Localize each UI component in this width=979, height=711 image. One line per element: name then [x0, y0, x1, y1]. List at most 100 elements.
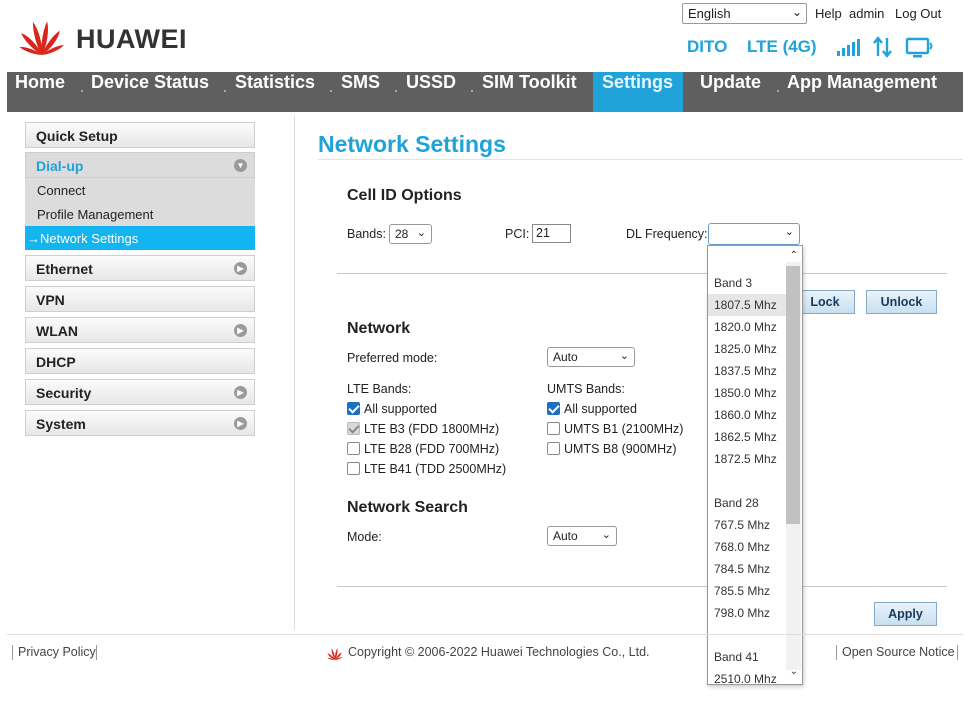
sidebar-system-label: System	[36, 416, 86, 432]
umts-all-checkbox[interactable]	[547, 402, 560, 415]
page-title: Network Settings	[318, 131, 506, 157]
unlock-button[interactable]: Unlock	[866, 290, 937, 314]
umts-b8-label: UMTS B8 (900MHz)	[564, 442, 677, 456]
dropdown-option[interactable]: 784.5 Mhz	[708, 558, 786, 580]
dropdown-option[interactable]: 1872.5 Mhz	[708, 448, 786, 470]
lte-bands-label: LTE Bands:	[347, 382, 412, 396]
preferred-mode-value: Auto	[553, 350, 578, 364]
nav-sim-toolkit[interactable]: SIM Toolkit	[482, 72, 577, 112]
sidebar-item-profile-management[interactable]: Profile Management	[25, 202, 255, 226]
bands-value: 28	[395, 227, 409, 241]
dl-frequency-dropdown[interactable]: ⌃ ⌄ Band 3 1807.5 Mhz 1820.0 Mhz 1825.0 …	[707, 245, 803, 685]
dropdown-option[interactable]: 2510.0 Mhz	[708, 668, 786, 684]
sidebar-dialup[interactable]: Dial-up ▼	[25, 152, 255, 178]
dropdown-group-label: Band 28	[714, 496, 759, 510]
brand-name: HUAWEI	[76, 24, 187, 54]
dropdown-option[interactable]: 785.5 Mhz	[708, 580, 786, 602]
dropdown-scroll-thumb[interactable]	[786, 266, 800, 524]
umts-b8-checkbox[interactable]	[547, 442, 560, 455]
sidebar-vpn[interactable]: VPN	[25, 286, 255, 312]
preferred-mode-select[interactable]: Auto ⌄	[547, 347, 635, 367]
lock-button[interactable]: Lock	[795, 290, 855, 314]
nav-app-management[interactable]: App Management	[787, 72, 937, 112]
dropdown-option[interactable]: 768.0 Mhz	[708, 536, 786, 558]
sidebar-ethernet-label: Ethernet	[36, 261, 93, 277]
chevron-down-icon: ▼	[234, 159, 247, 172]
sidebar-ethernet[interactable]: Ethernet ▶	[25, 255, 255, 281]
cell-id-heading: Cell ID Options	[347, 187, 462, 204]
dl-frequency-select[interactable]: ⌄	[708, 223, 800, 245]
nav-home[interactable]: Home	[15, 72, 65, 112]
data-updown-icon	[873, 36, 892, 58]
nav-device-status[interactable]: Device Status	[91, 72, 209, 112]
user-name: admin	[849, 6, 885, 21]
nav-statistics[interactable]: Statistics	[235, 72, 315, 112]
nav-update[interactable]: Update	[700, 72, 761, 112]
network-type: LTE (4G)	[747, 37, 817, 56]
search-mode-select[interactable]: Auto ⌄	[547, 526, 617, 546]
lte-b41-label: LTE B41 (TDD 2500MHz)	[364, 462, 507, 476]
help-link[interactable]: Help	[815, 6, 842, 21]
language-select[interactable]: English ⌄	[682, 3, 807, 24]
preferred-mode-label: Preferred mode:	[347, 351, 438, 365]
sidebar-item-network-settings[interactable]: →Network Settings	[25, 226, 255, 250]
bands-select[interactable]: 28 ⌄	[389, 224, 432, 244]
huawei-logo-small	[327, 648, 343, 661]
dropdown-option[interactable]: 1825.0 Mhz	[708, 338, 786, 360]
sidebar-dhcp[interactable]: DHCP	[25, 348, 255, 374]
dropdown-option[interactable]: 1807.5 Mhz	[708, 294, 786, 316]
dropdown-option[interactable]: 1837.5 Mhz	[708, 360, 786, 382]
dropdown-option[interactable]: 1820.0 Mhz	[708, 316, 786, 338]
nav-ussd[interactable]: USSD	[406, 72, 456, 112]
chevron-right-icon: ▶	[234, 386, 247, 399]
sidebar-wlan[interactable]: WLAN ▶	[25, 317, 255, 343]
search-mode-label: Mode:	[347, 530, 382, 544]
lte-b3-checkbox[interactable]	[347, 422, 360, 435]
lte-b41-checkbox[interactable]	[347, 462, 360, 475]
chevron-right-icon: ▶	[234, 262, 247, 275]
monitor-icon	[905, 37, 933, 58]
sidebar-dhcp-label: DHCP	[36, 354, 76, 370]
lte-b28-label: LTE B28 (FDD 700MHz)	[364, 442, 500, 456]
pci-input[interactable]: 21	[532, 224, 571, 243]
chevron-right-icon: ▶	[234, 324, 247, 337]
sidebar-system[interactable]: System ▶	[25, 410, 255, 436]
bands-label: Bands:	[347, 227, 386, 241]
sidebar-security-label: Security	[36, 385, 92, 401]
lte-b28-checkbox[interactable]	[347, 442, 360, 455]
sidebar-vpn-label: VPN	[36, 292, 65, 308]
dropdown-option[interactable]: 798.0 Mhz	[708, 602, 786, 624]
sidebar-item-connect[interactable]: Connect	[25, 178, 255, 202]
open-source-notice-link[interactable]: Open Source Notice	[842, 645, 955, 659]
sidebar-quick-setup[interactable]: Quick Setup	[25, 122, 255, 148]
dropdown-option[interactable]: 1862.5 Mhz	[708, 426, 786, 448]
lte-all-label: All supported	[364, 402, 437, 416]
chevron-down-icon: ⌄	[601, 529, 611, 541]
logout-link[interactable]: Log Out	[895, 6, 941, 21]
nav-settings[interactable]: Settings	[593, 72, 683, 112]
sidebar-wlan-label: WLAN	[36, 323, 78, 339]
chevron-down-icon: ⌄	[791, 5, 802, 19]
umts-b1-checkbox[interactable]	[547, 422, 560, 435]
dropdown-option[interactable]: 1860.0 Mhz	[708, 404, 786, 426]
lte-all-checkbox[interactable]	[347, 402, 360, 415]
dropdown-option[interactable]: 1850.0 Mhz	[708, 382, 786, 404]
lte-b3-label: LTE B3 (FDD 1800MHz)	[364, 422, 500, 436]
dl-frequency-label: DL Frequency:	[626, 227, 708, 241]
chevron-right-icon: ▶	[234, 417, 247, 430]
dropdown-group-label: Band 41	[714, 650, 759, 664]
main-nav: Home Device Status Statistics SMS USSD S…	[7, 72, 963, 112]
pci-label: PCI:	[505, 227, 530, 241]
nav-sms[interactable]: SMS	[341, 72, 380, 112]
chevron-down-icon: ⌄	[784, 226, 794, 238]
network-search-heading: Network Search	[347, 499, 468, 516]
network-heading: Network	[347, 320, 411, 337]
chevron-down-icon: ⌄	[416, 227, 426, 239]
sidebar-security[interactable]: Security ▶	[25, 379, 255, 405]
carrier-name: DITO	[687, 37, 728, 56]
apply-button[interactable]: Apply	[874, 602, 937, 626]
dropdown-option[interactable]: 767.5 Mhz	[708, 514, 786, 536]
scroll-down-icon[interactable]: ⌄	[790, 666, 798, 677]
privacy-policy-link[interactable]: Privacy Policy	[18, 645, 96, 659]
scroll-up-icon[interactable]: ⌃	[790, 250, 798, 261]
